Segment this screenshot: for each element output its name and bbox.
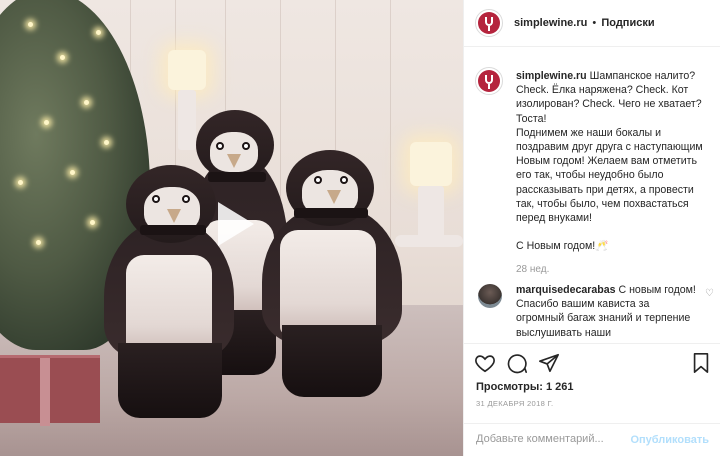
publish-button[interactable]: Опубликовать	[630, 434, 709, 446]
comment-icon[interactable]	[506, 352, 528, 374]
caption-avatar[interactable]	[475, 67, 503, 95]
caption-line: Поднимем же наши бокалы и поздравим друг…	[516, 126, 703, 225]
action-bar	[464, 343, 720, 381]
separator-dot: •	[592, 17, 597, 29]
caption-username[interactable]: simplewine.ru	[516, 70, 587, 82]
candle-left	[168, 50, 206, 90]
views-count[interactable]: Просмотры: 1 261	[476, 381, 574, 393]
instagram-post-modal: simplewine.ru • Подписки simplewine.ru Ш…	[0, 0, 720, 456]
post-video[interactable]	[0, 0, 463, 456]
caption-age[interactable]: 28 нед.	[516, 264, 549, 275]
post-side-panel: simplewine.ru • Подписки simplewine.ru Ш…	[463, 0, 720, 456]
penguin-right	[262, 150, 402, 405]
comment-input[interactable]	[476, 433, 636, 445]
play-icon[interactable]	[208, 200, 256, 248]
header-username[interactable]: simplewine.ru	[514, 17, 587, 29]
add-comment-bar: Опубликовать	[464, 423, 720, 456]
candle-right	[410, 142, 452, 186]
post-caption: simplewine.ru Шампанское налито? Check. …	[516, 69, 712, 253]
comments-section[interactable]: simplewine.ru Шампанское налито? Check. …	[464, 47, 720, 343]
post-header: simplewine.ru • Подписки	[464, 0, 720, 47]
wine-glass-icon	[485, 17, 493, 26]
candle-holder-base	[395, 235, 463, 247]
following-button[interactable]: Подписки	[601, 17, 654, 29]
bookmark-icon[interactable]	[690, 352, 712, 374]
comment-username[interactable]: marquisedecarabas	[516, 284, 616, 296]
account-avatar[interactable]	[475, 9, 503, 37]
wine-glass-icon	[485, 75, 493, 84]
commenter-avatar[interactable]	[478, 284, 502, 308]
post-date[interactable]: 31 ДЕКАБРЯ 2018 Г.	[476, 399, 553, 408]
gift-box	[0, 355, 100, 426]
caption-line: С Новым годом!🥂	[516, 240, 609, 253]
comment-item: marquisedecarabas С новым годом! Спасибо…	[516, 283, 696, 340]
heart-icon[interactable]	[474, 352, 496, 374]
share-icon[interactable]	[538, 352, 560, 374]
comment-like-icon[interactable]: ♡	[705, 288, 714, 299]
